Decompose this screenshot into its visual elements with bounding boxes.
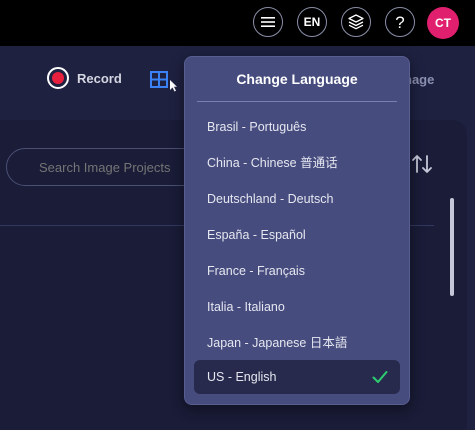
sort-arrows-icon — [412, 155, 432, 173]
top-bar: EN ? CT — [0, 0, 475, 46]
grid-tool-button[interactable] — [150, 71, 178, 98]
user-avatar[interactable]: CT — [427, 7, 459, 39]
language-option-label: China - Chinese 普通话 — [207, 156, 338, 170]
language-option-deutschland[interactable]: Deutschland - Deutsch — [194, 182, 400, 216]
language-option-label: Brasil - Português — [207, 120, 307, 134]
scrollbar-thumb[interactable] — [450, 198, 454, 296]
record-label: Record — [77, 70, 122, 86]
avatar-initials: CT — [435, 16, 451, 30]
check-icon — [372, 371, 388, 383]
record-button[interactable]: Record — [47, 67, 122, 89]
layers-icon — [348, 14, 364, 30]
language-menu-title: Change Language — [236, 71, 358, 87]
help-button[interactable]: ? — [385, 7, 415, 37]
language-option-label: Japan - Japanese 日本語 — [207, 336, 348, 350]
language-option-label: Deutschland - Deutsch — [207, 192, 334, 206]
language-option-brasil[interactable]: Brasil - Português — [194, 110, 400, 144]
language-option-label: España - Español — [207, 228, 306, 242]
help-icon: ? — [395, 12, 405, 32]
language-option-france[interactable]: France - Français — [194, 254, 400, 288]
language-option-us[interactable]: US - English — [194, 360, 400, 394]
menu-button[interactable] — [253, 7, 283, 37]
language-option-japan[interactable]: Japan - Japanese 日本語 — [194, 326, 400, 360]
language-option-label: France - Français — [207, 264, 305, 278]
language-option-label: US - English — [207, 370, 277, 384]
layers-button[interactable] — [341, 7, 371, 37]
language-option-china[interactable]: China - Chinese 普通话 — [194, 146, 400, 180]
language-option-label: Italia - Italiano — [207, 300, 285, 314]
sort-button[interactable] — [410, 152, 434, 181]
language-menu-separator — [197, 101, 397, 102]
grid-cursor-icon — [150, 71, 177, 92]
language-button[interactable]: EN — [297, 7, 327, 37]
hamburger-menu-icon — [261, 17, 275, 27]
language-option-italia[interactable]: Italia - Italiano — [194, 290, 400, 324]
language-option-espana[interactable]: España - Español — [194, 218, 400, 252]
record-icon — [47, 67, 69, 89]
language-menu: Change Language Brasil - Português China… — [184, 56, 410, 405]
language-button-label: EN — [303, 15, 321, 29]
